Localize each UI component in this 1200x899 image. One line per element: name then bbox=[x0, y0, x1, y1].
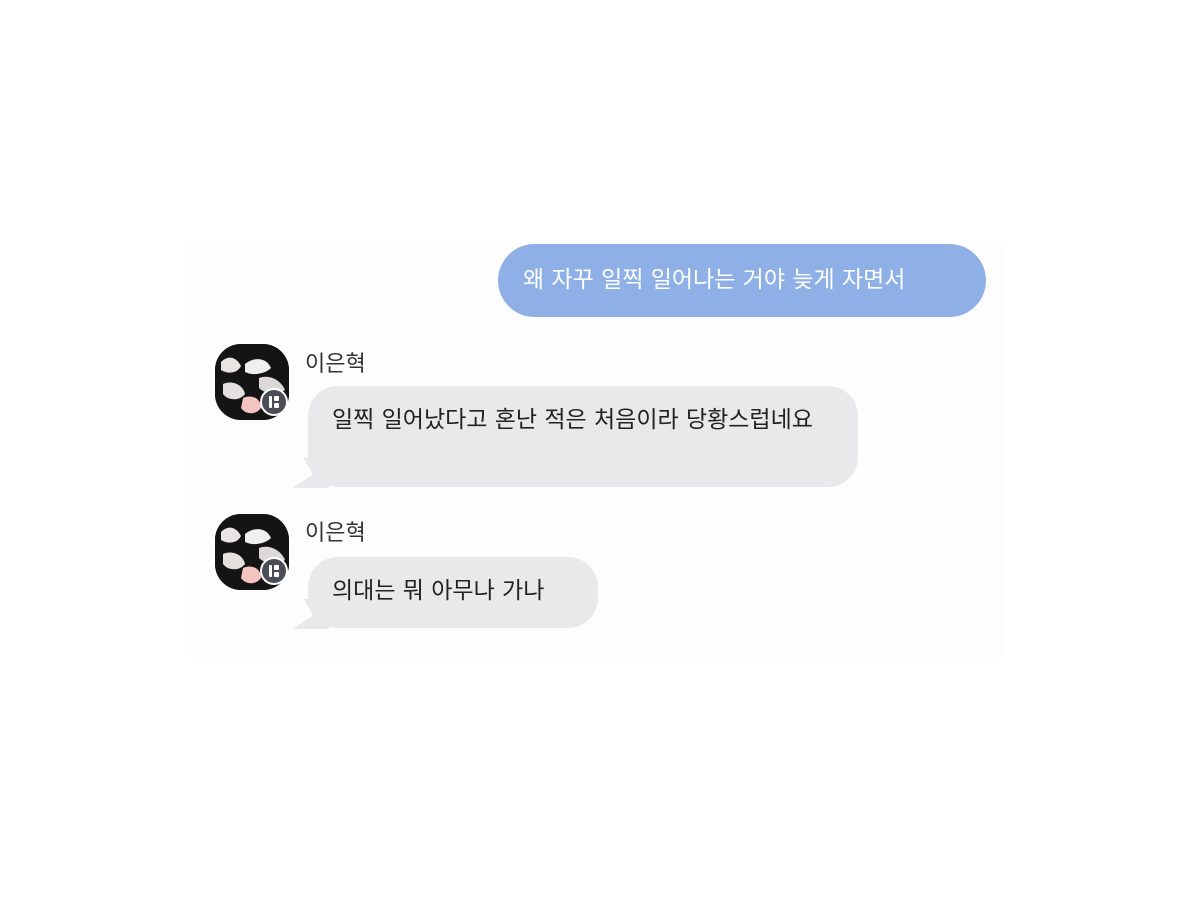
incoming-message-bubble: 일찍 일어났다고 혼난 적은 처음이라 당황스럽네요 bbox=[308, 386, 858, 487]
incoming-message-bubble: 의대는 뭐 아무나 가나 bbox=[308, 557, 598, 628]
sender-name: 이은혁 bbox=[305, 521, 366, 546]
sender-name: 이은혁 bbox=[305, 352, 366, 377]
app-badge-icon bbox=[260, 388, 288, 416]
app-badge-icon bbox=[260, 557, 288, 585]
outgoing-message-bubble: 왜 자꾸 일찍 일어나는 거야 늦게 자면서 bbox=[498, 244, 986, 317]
